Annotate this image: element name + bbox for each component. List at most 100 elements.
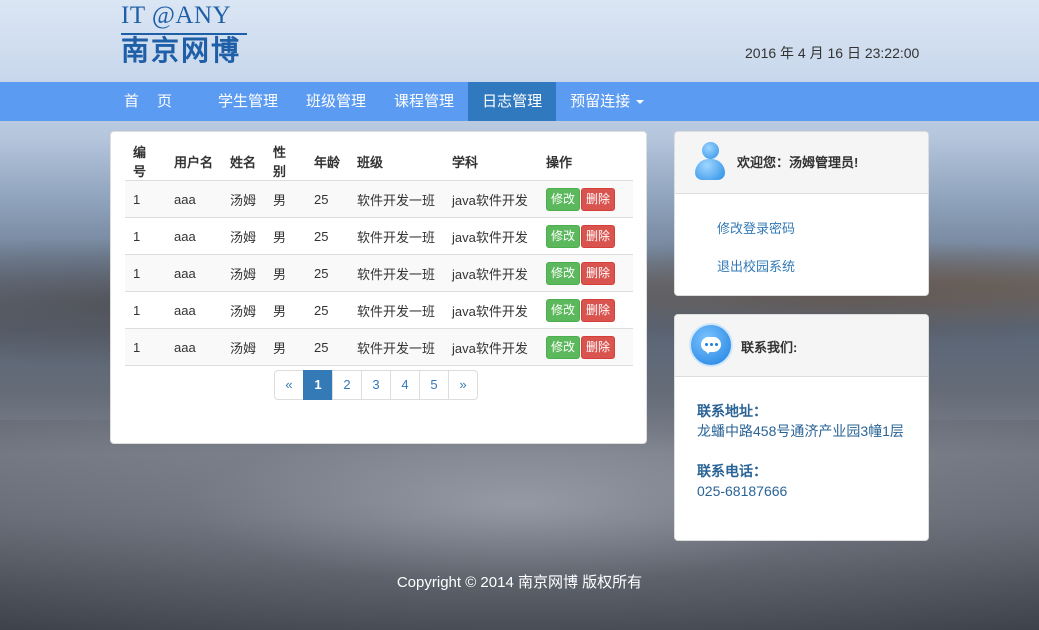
nav-item-reserved-links[interactable]: 预留连接 — [556, 82, 658, 121]
footer-copyright: Copyright © 2014 南京网博 版权所有 — [396, 574, 643, 591]
change-password-link[interactable]: 修改登录密码 — [717, 218, 795, 237]
cell-name: 汤姆 — [222, 217, 265, 255]
nav-item-courses[interactable]: 课程管理 — [380, 82, 468, 121]
col-header-gender: 性别 — [265, 142, 306, 181]
cell-gender: 男 — [265, 217, 306, 255]
pagination-page-4[interactable]: 4 — [390, 370, 420, 400]
cell-username: aaa — [166, 291, 222, 329]
logo-bottom-text: 南京网博 — [121, 36, 242, 67]
cell-gender: 男 — [265, 291, 306, 329]
col-header-username: 用户名 — [166, 142, 222, 181]
cell-class: 软件开发一班 — [349, 328, 444, 366]
delete-button[interactable]: 删除 — [581, 298, 616, 322]
cell-actions: 修改 删除 — [538, 254, 633, 292]
cell-name: 汤姆 — [222, 180, 265, 218]
contact-title: 联系我们: — [741, 340, 798, 355]
address-label: 联系地址： — [697, 403, 767, 419]
contact-panel: 联系我们: 联系地址： 龙蟠中路458号通济产业园3幢1层 联系电话： 025-… — [674, 314, 929, 541]
contact-panel-header: 联系我们: — [675, 315, 928, 377]
cell-username: aaa — [166, 180, 222, 218]
student-table-panel: 编号 用户名 姓名 性别 年龄 班级 学科 操作 1 aaa 汤姆 男 25 软… — [110, 131, 647, 444]
cell-subject: java软件开发 — [444, 217, 538, 255]
edit-button[interactable]: 修改 — [546, 261, 581, 285]
phone-label: 联系电话： — [697, 463, 767, 479]
table-row: 1 aaa 汤姆 男 25 软件开发一班 java软件开发 修改 删除 — [125, 180, 633, 218]
cell-actions: 修改 删除 — [538, 180, 633, 218]
pagination-page-5[interactable]: 5 — [419, 370, 449, 400]
cell-gender: 男 — [265, 254, 306, 292]
col-header-actions: 操作 — [538, 142, 633, 181]
phone-value: 025-68187666 — [697, 483, 788, 499]
current-datetime: 2016 年 4 月 16 日 23:22:00 — [745, 45, 920, 61]
edit-button[interactable]: 修改 — [546, 187, 581, 211]
cell-class: 软件开发一班 — [349, 291, 444, 329]
pagination-next[interactable]: » — [448, 370, 478, 400]
pagination-page-3[interactable]: 3 — [361, 370, 391, 400]
table-row: 1 aaa 汤姆 男 25 软件开发一班 java软件开发 修改 删除 — [125, 254, 633, 292]
table-row: 1 aaa 汤姆 男 25 软件开发一班 java软件开发 修改 删除 — [125, 291, 633, 329]
delete-button[interactable]: 删除 — [581, 261, 616, 285]
nav-item-classes[interactable]: 班级管理 — [292, 82, 380, 121]
cell-class: 软件开发一班 — [349, 180, 444, 218]
welcome-panel: 欢迎您：汤姆管理员! 修改登录密码 退出校园系统 — [674, 131, 929, 296]
pagination: « 1 2 3 4 5 » — [274, 370, 478, 400]
nav-item-reserved-label: 预留连接 — [570, 93, 631, 110]
pagination-prev[interactable]: « — [274, 370, 304, 400]
cell-age: 25 — [306, 217, 349, 255]
address-value: 龙蟠中路458号通济产业园3幢1层 — [697, 423, 904, 439]
nav-item-students[interactable]: 学生管理 — [204, 82, 292, 121]
col-header-class: 班级 — [349, 142, 444, 181]
cell-actions: 修改 删除 — [538, 217, 633, 255]
cell-id: 1 — [125, 291, 166, 329]
cell-username: aaa — [166, 328, 222, 366]
navbar: 首页 学生管理 班级管理 课程管理 日志管理 预留连接 — [0, 82, 1039, 121]
cell-name: 汤姆 — [222, 328, 265, 366]
chat-bubble-icon — [689, 323, 733, 367]
col-header-id: 编号 — [125, 142, 166, 181]
logo-top-text: IT @ANY — [121, 2, 247, 35]
cell-subject: java软件开发 — [444, 291, 538, 329]
nav-item-home[interactable]: 首页 — [110, 82, 204, 121]
cell-id: 1 — [125, 217, 166, 255]
logout-link[interactable]: 退出校园系统 — [717, 256, 795, 275]
col-header-age: 年龄 — [306, 142, 349, 181]
student-table: 编号 用户名 姓名 性别 年龄 班级 学科 操作 1 aaa 汤姆 男 25 软… — [125, 142, 633, 366]
edit-button[interactable]: 修改 — [546, 298, 581, 322]
nav-item-logs[interactable]: 日志管理 — [468, 82, 557, 121]
edit-button[interactable]: 修改 — [546, 335, 581, 359]
col-header-subject: 学科 — [444, 142, 538, 181]
cell-username: aaa — [166, 217, 222, 255]
cell-name: 汤姆 — [222, 254, 265, 292]
delete-button[interactable]: 删除 — [581, 224, 616, 248]
nav-menu: 首页 学生管理 班级管理 课程管理 日志管理 预留连接 — [110, 82, 658, 121]
pagination-page-1[interactable]: 1 — [303, 370, 333, 400]
welcome-panel-header: 欢迎您：汤姆管理员! — [675, 132, 928, 194]
cell-age: 25 — [306, 254, 349, 292]
cell-id: 1 — [125, 254, 166, 292]
cell-class: 软件开发一班 — [349, 254, 444, 292]
delete-button[interactable]: 删除 — [581, 335, 616, 359]
cell-class: 软件开发一班 — [349, 217, 444, 255]
caret-down-icon — [636, 100, 645, 105]
table-row: 1 aaa 汤姆 男 25 软件开发一班 java软件开发 修改 删除 — [125, 328, 633, 366]
site-logo[interactable]: IT @ANY 南京网博 — [121, 2, 247, 69]
edit-button[interactable]: 修改 — [546, 224, 581, 248]
delete-button[interactable]: 删除 — [581, 187, 616, 211]
cell-actions: 修改 删除 — [538, 328, 633, 366]
cell-gender: 男 — [265, 180, 306, 218]
col-header-name: 姓名 — [222, 142, 265, 181]
table-header-row: 编号 用户名 姓名 性别 年龄 班级 学科 操作 — [125, 142, 633, 181]
pagination-page-2[interactable]: 2 — [332, 370, 362, 400]
cell-id: 1 — [125, 328, 166, 366]
cell-gender: 男 — [265, 328, 306, 366]
user-icon — [695, 142, 725, 184]
table-row: 1 aaa 汤姆 男 25 软件开发一班 java软件开发 修改 删除 — [125, 217, 633, 255]
cell-age: 25 — [306, 328, 349, 366]
cell-id: 1 — [125, 180, 166, 218]
cell-age: 25 — [306, 180, 349, 218]
cell-subject: java软件开发 — [444, 254, 538, 292]
cell-subject: java软件开发 — [444, 180, 538, 218]
cell-age: 25 — [306, 291, 349, 329]
cell-subject: java软件开发 — [444, 328, 538, 366]
cell-actions: 修改 删除 — [538, 291, 633, 329]
